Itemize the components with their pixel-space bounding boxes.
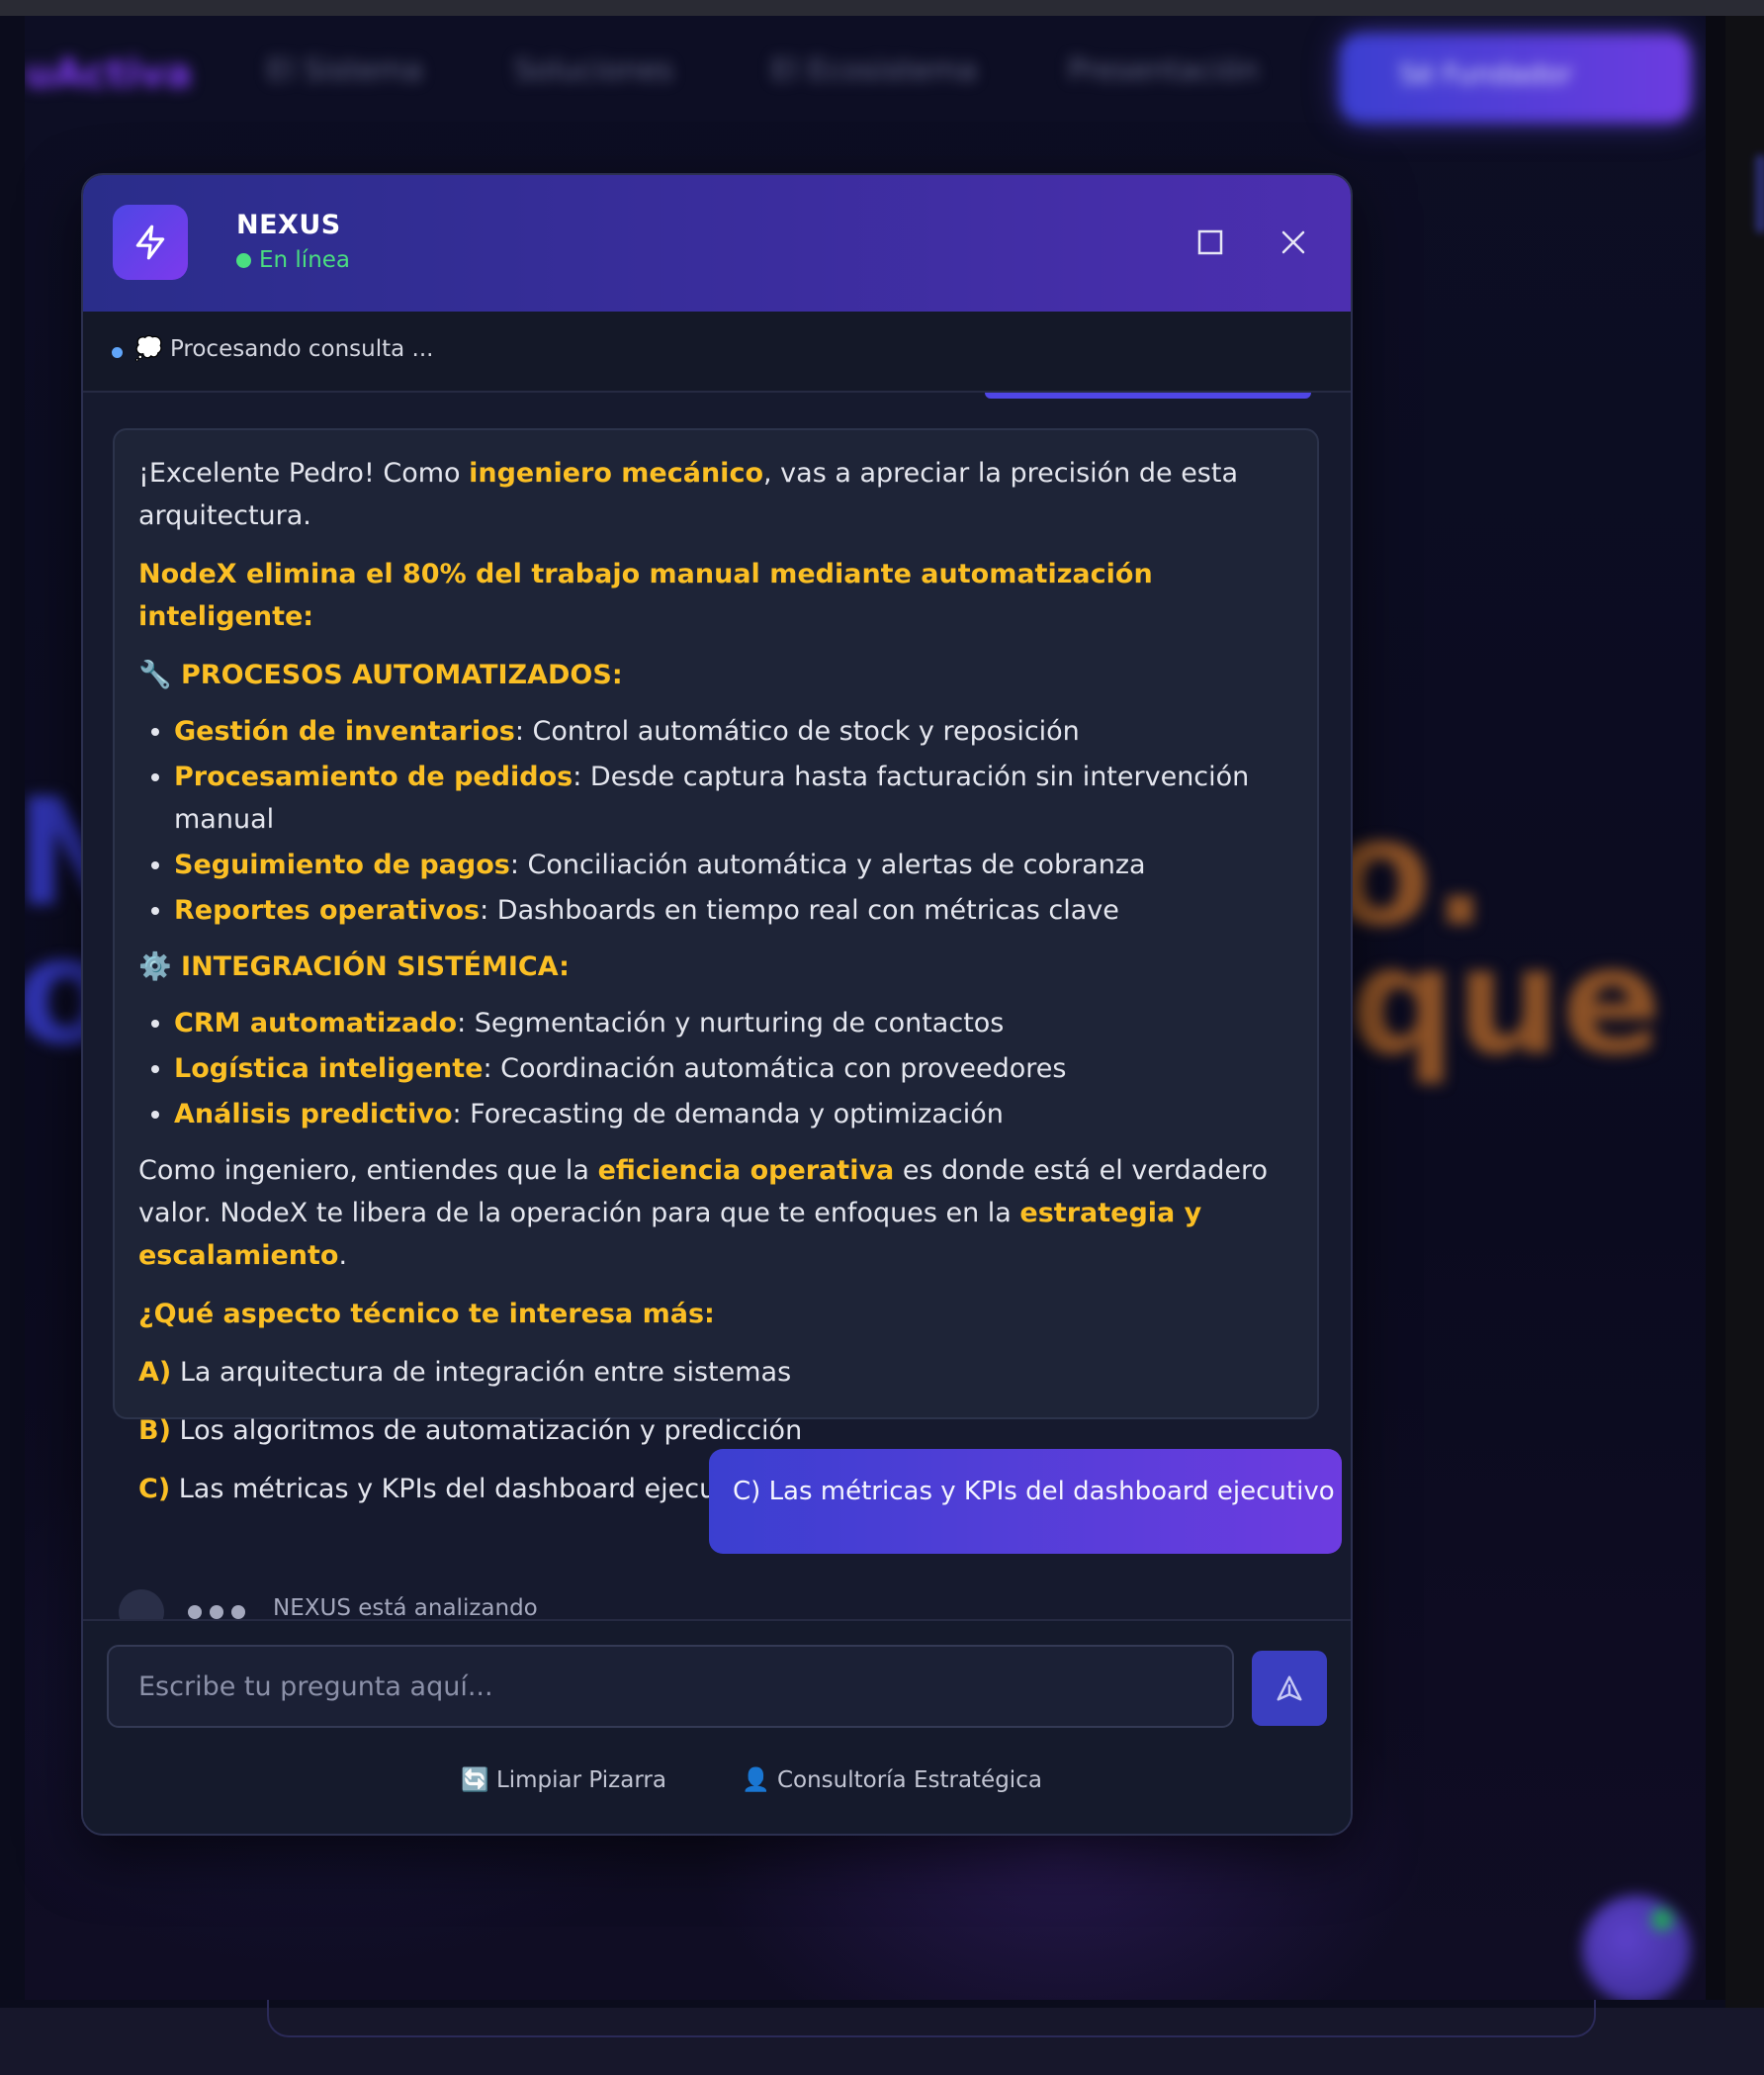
list-item: Gestión de inventarios: Control automáti…	[174, 710, 1295, 753]
status-label: En línea	[259, 247, 351, 273]
message-input[interactable]	[107, 1645, 1234, 1728]
typing-indicator: NEXUS está analizando	[119, 1589, 712, 1619]
typing-dots-icon	[188, 1605, 245, 1619]
processing-text: 💭 Procesando consulta ...	[134, 336, 434, 362]
previous-user-bubble	[985, 393, 1311, 399]
nav-item-presentacion[interactable]: Presentación	[1068, 53, 1259, 88]
list-item: Procesamiento de pedidos: Desde captura …	[174, 756, 1295, 841]
assistant-message: ¡Excelente Pedro! Como ingeniero mecánic…	[113, 428, 1319, 1504]
floating-chat-button[interactable]	[1582, 1895, 1691, 2000]
processes-list: Gestión de inventarios: Control automáti…	[138, 710, 1295, 932]
typing-avatar	[119, 1589, 164, 1619]
status-dot-icon	[236, 252, 251, 268]
section-integration-title: ⚙️ INTEGRACIÓN SISTÉMICA:	[138, 951, 570, 982]
founder-cta-button[interactable]: Sé Fundador	[1340, 34, 1691, 123]
window-right-border	[1706, 16, 1725, 2000]
intro-paragraph: ¡Excelente Pedro! Como ingeniero mecánic…	[138, 458, 1239, 531]
list-item: CRM automatizado: Segmentación y nurturi…	[174, 1002, 1295, 1044]
assistant-avatar	[113, 205, 188, 280]
list-item: Reportes operativos: Dashboards en tiemp…	[174, 889, 1295, 932]
nav-item-ecosistema[interactable]: El Ecosistema	[771, 53, 977, 88]
clear-board-button[interactable]: 🔄 Limpiar Pizarra	[461, 1766, 666, 1793]
question: ¿Qué aspecto técnico te interesa más:	[138, 1299, 715, 1329]
maximize-button[interactable]	[1188, 220, 1233, 265]
strategic-consulting-button[interactable]: 👤 Consultoría Estratégica	[742, 1766, 1042, 1793]
adjacent-window-edge	[1725, 16, 1764, 2008]
bottom-panel-edge	[267, 1998, 1596, 2037]
online-status: En línea	[236, 247, 350, 273]
close-button[interactable]	[1271, 220, 1316, 265]
chat-window: NEXUS En línea 💭 Procesando consulta ...…	[81, 173, 1353, 1836]
send-icon	[1277, 1675, 1302, 1701]
close-icon	[1281, 230, 1305, 254]
composer: 🔄 Limpiar Pizarra 👤 Consultoría Estratég…	[83, 1619, 1351, 1834]
list-item: Logística inteligente: Coordinación auto…	[174, 1047, 1295, 1090]
option-b: B) Los algoritmos de automatización y pr…	[138, 1415, 803, 1446]
headline: NodeX elimina el 80% del trabajo manual …	[138, 559, 1153, 632]
lightning-icon	[135, 225, 165, 260]
send-button[interactable]	[1252, 1651, 1327, 1726]
closing-paragraph: Como ingeniero, entiendes que la eficien…	[138, 1155, 1268, 1271]
assistant-name: NEXUS	[236, 210, 341, 240]
typing-text: NEXUS está analizando	[273, 1595, 538, 1619]
browser-top-strip	[0, 0, 1764, 16]
founder-cta-label: Sé Fundador	[1399, 57, 1573, 90]
integration-list: CRM automatizado: Segmentación y nurturi…	[138, 1002, 1295, 1135]
list-item: Análisis predictivo: Forecasting de dema…	[174, 1093, 1295, 1135]
user-message-text: C) Las métricas y KPIs del dashboard eje…	[733, 1477, 1335, 1506]
list-item: Seguimiento de pagos: Conciliación autom…	[174, 844, 1295, 886]
user-message: C) Las métricas y KPIs del dashboard eje…	[709, 1449, 1342, 1554]
nav-item-soluciones[interactable]: Soluciones	[514, 53, 673, 88]
section-processes-title: 🔧 PROCESOS AUTOMATIZADOS:	[138, 660, 623, 690]
processing-bar: 💭 Procesando consulta ...	[83, 312, 1351, 393]
hero-text-right-2: que	[1350, 916, 1662, 1088]
maximize-icon	[1197, 229, 1223, 255]
site-logo[interactable]: uActiva	[25, 51, 192, 97]
chat-header: NEXUS En línea	[83, 175, 1351, 314]
message-list[interactable]: ¡Excelente Pedro! Como ingeniero mecánic…	[83, 393, 1351, 1619]
option-a: A) La arquitectura de integración entre …	[138, 1357, 792, 1388]
processing-dot-icon	[112, 347, 123, 358]
nav-item-sistema[interactable]: El Sistema	[267, 53, 423, 88]
